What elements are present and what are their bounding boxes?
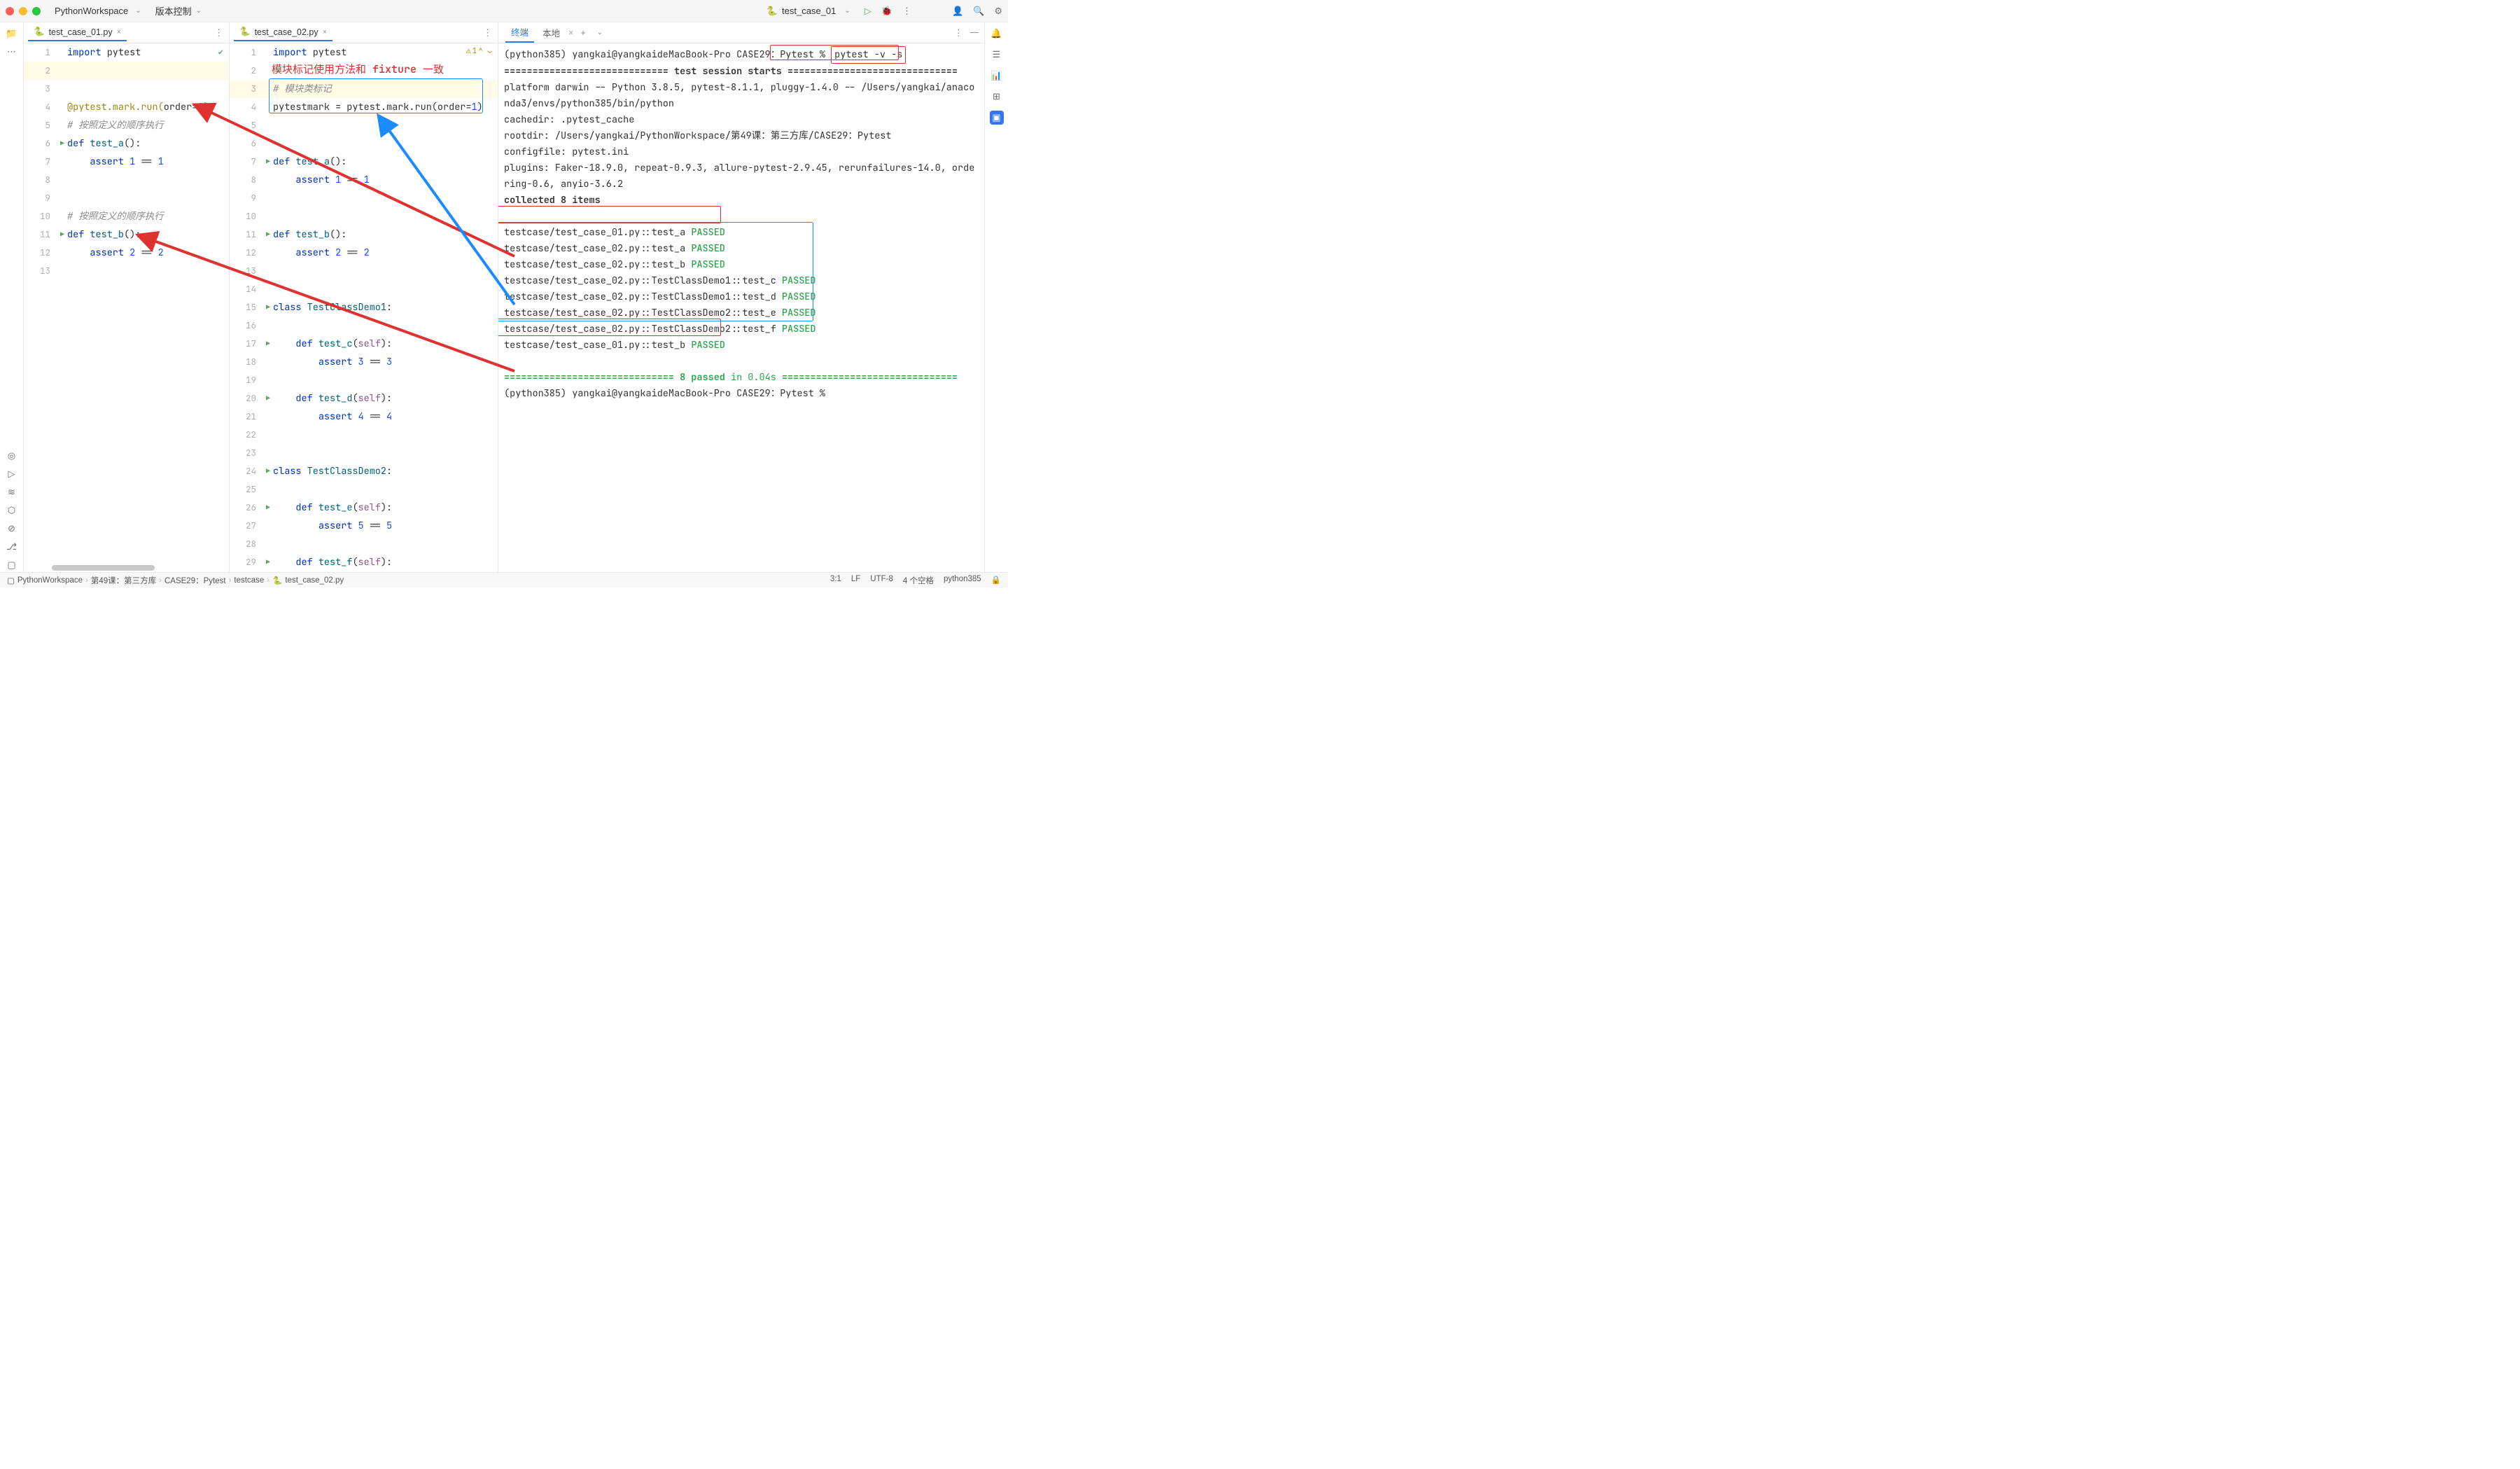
minimize-window-icon[interactable] [19,7,27,15]
breadcrumb[interactable]: PythonWorkspace›第49课：第三方库›CASE29：Pytest›… [18,575,344,586]
terminal-active-icon[interactable]: ▣ [990,111,1004,125]
python-file-icon: 🐍 [272,576,282,585]
search-icon[interactable]: 🔍 [973,6,984,17]
topbar: PythonWorkspace ⌄ 版本控制 ⌄ 🐍 test_case_01 … [0,0,1008,22]
close-window-icon[interactable] [6,7,14,15]
chevron-down-icon[interactable]: ⌄ [196,7,202,15]
terminal-body[interactable]: (python385) yangkai@yangkaideMacBook-Pro… [498,43,984,572]
test-result-line: testcase/test_case_02.py::TestClassDemo2… [504,305,979,321]
code-area-1[interactable]: ✔ 1import pytest234@pytest.mark.run(orde… [24,43,229,572]
tab-label: test_case_01.py [49,27,113,37]
editor-pane-2: 🐍 test_case_02.py × ⋮ ⚠ 1 ^ ⌄ 模块标记使用方法和 … [230,22,498,572]
line-separator[interactable]: LF [851,575,860,586]
problems-icon[interactable]: ⊘ [5,522,19,536]
window-controls [6,7,41,15]
terminal-options-icon[interactable]: ⋮ [954,27,963,38]
close-tab-icon[interactable]: × [568,28,573,38]
python-icon: 🐍 [766,6,778,17]
editor-tab-1[interactable]: 🐍 test_case_01.py × [28,24,127,41]
chart-icon[interactable]: 📊 [990,69,1004,83]
terminal-tool-icon[interactable]: ▢ [5,558,19,572]
settings-icon[interactable]: ⚙ [994,6,1002,17]
cursor-position[interactable]: 3:1 [830,575,841,586]
git-icon[interactable]: ⎇ [5,540,19,554]
horizontal-scrollbar[interactable] [52,565,223,571]
minimize-panel-icon[interactable]: — [970,27,979,38]
notifications-icon[interactable]: 🔔 [990,27,1004,41]
run-config-selector[interactable]: 🐍 test_case_01 ⌄ [766,6,855,17]
layers-icon[interactable]: ≋ [5,485,19,499]
close-tab-icon[interactable]: × [323,28,327,36]
structure-icon[interactable]: ⊞ [990,90,1004,104]
tab-options-icon[interactable]: ⋮ [483,27,492,39]
python-console-icon[interactable]: ◎ [5,449,19,463]
test-result-line: testcase/test_case_02.py::test_a PASSED [504,241,979,257]
editor-tab-2[interactable]: 🐍 test_case_02.py × [234,24,332,41]
services-icon[interactable]: ⬡ [5,503,19,517]
add-tab-icon[interactable]: + [576,28,589,38]
more-icon[interactable]: ⋯ [5,45,19,59]
run-button[interactable]: ▷ [864,6,872,17]
interpreter[interactable]: python385 [944,575,981,586]
tab-options-icon[interactable]: ⋮ [214,27,223,39]
terminal-tab[interactable]: 终端 [505,22,534,43]
indent-info[interactable]: 4 个空格 [903,575,934,586]
terminal-pane: 终端 本地 × + ⌄ ⋮ — (python385) yangkai@yang… [498,22,984,572]
database-icon[interactable]: ☰ [990,48,1004,62]
test-result-line: testcase/test_case_02.py::test_b PASSED [504,257,979,273]
chevron-down-icon[interactable]: ⌄ [597,29,603,36]
lock-icon[interactable]: 🔒 [991,575,1001,586]
chevron-down-icon: ⌄ [844,7,850,15]
test-result-line: testcase/test_case_02.py::TestClassDemo2… [504,321,979,337]
code-area-2[interactable]: ⚠ 1 ^ ⌄ 模块标记使用方法和 fixture 一致 1import pyt… [230,43,498,572]
project-name[interactable]: PythonWorkspace [55,6,128,16]
inspection-warning-icon[interactable]: ⚠ 1 ^ ⌄ [466,46,492,56]
run-tool-icon[interactable]: ▷ [5,467,19,481]
test-result-line: testcase/test_case_01.py::test_b PASSED [504,337,979,354]
breadcrumb-item[interactable]: test_case_02.py [285,576,344,585]
breadcrumb-item[interactable]: 第49课：第三方库 [91,575,156,586]
run-config-label: test_case_01 [782,6,836,16]
python-file-icon: 🐍 [34,27,45,37]
python-file-icon: 🐍 [239,27,251,37]
breadcrumb-item[interactable]: CASE29：Pytest [164,575,226,586]
left-tool-rail: 📁 ⋯ ◎ ▷ ≋ ⬡ ⊘ ⎇ ▢ [0,22,24,572]
status-bar: ▢ PythonWorkspace›第49课：第三方库›CASE29：Pytes… [0,572,1008,587]
inspection-ok-icon: ✔ [218,46,223,57]
test-result-line: testcase/test_case_02.py::TestClassDemo1… [504,289,979,305]
breadcrumb-item[interactable]: testcase [234,576,264,585]
tab-label: test_case_02.py [255,27,318,37]
debug-button[interactable]: 🐞 [881,6,892,17]
maximize-window-icon[interactable] [32,7,41,15]
test-result-line: testcase/test_case_02.py::TestClassDemo1… [504,273,979,289]
editor-pane-1: 🐍 test_case_01.py × ⋮ ✔ 1import pytest23… [24,22,230,572]
close-tab-icon[interactable]: × [117,28,121,36]
encoding[interactable]: UTF-8 [870,575,893,586]
breadcrumb-item[interactable]: PythonWorkspace [18,576,83,585]
more-actions-icon[interactable]: ⋮ [902,6,911,17]
project-icon[interactable]: ▢ [7,576,15,585]
local-tab[interactable]: 本地 [537,23,566,42]
chevron-down-icon[interactable]: ⌄ [135,7,141,15]
test-result-line: testcase/test_case_01.py::test_a PASSED [504,225,979,241]
vcs-menu[interactable]: 版本控制 [155,4,192,18]
project-tool-icon[interactable]: 📁 [5,27,19,41]
user-icon[interactable]: 👤 [952,6,963,17]
right-tool-rail: 🔔 ☰ 📊 ⊞ ▣ [984,22,1008,572]
